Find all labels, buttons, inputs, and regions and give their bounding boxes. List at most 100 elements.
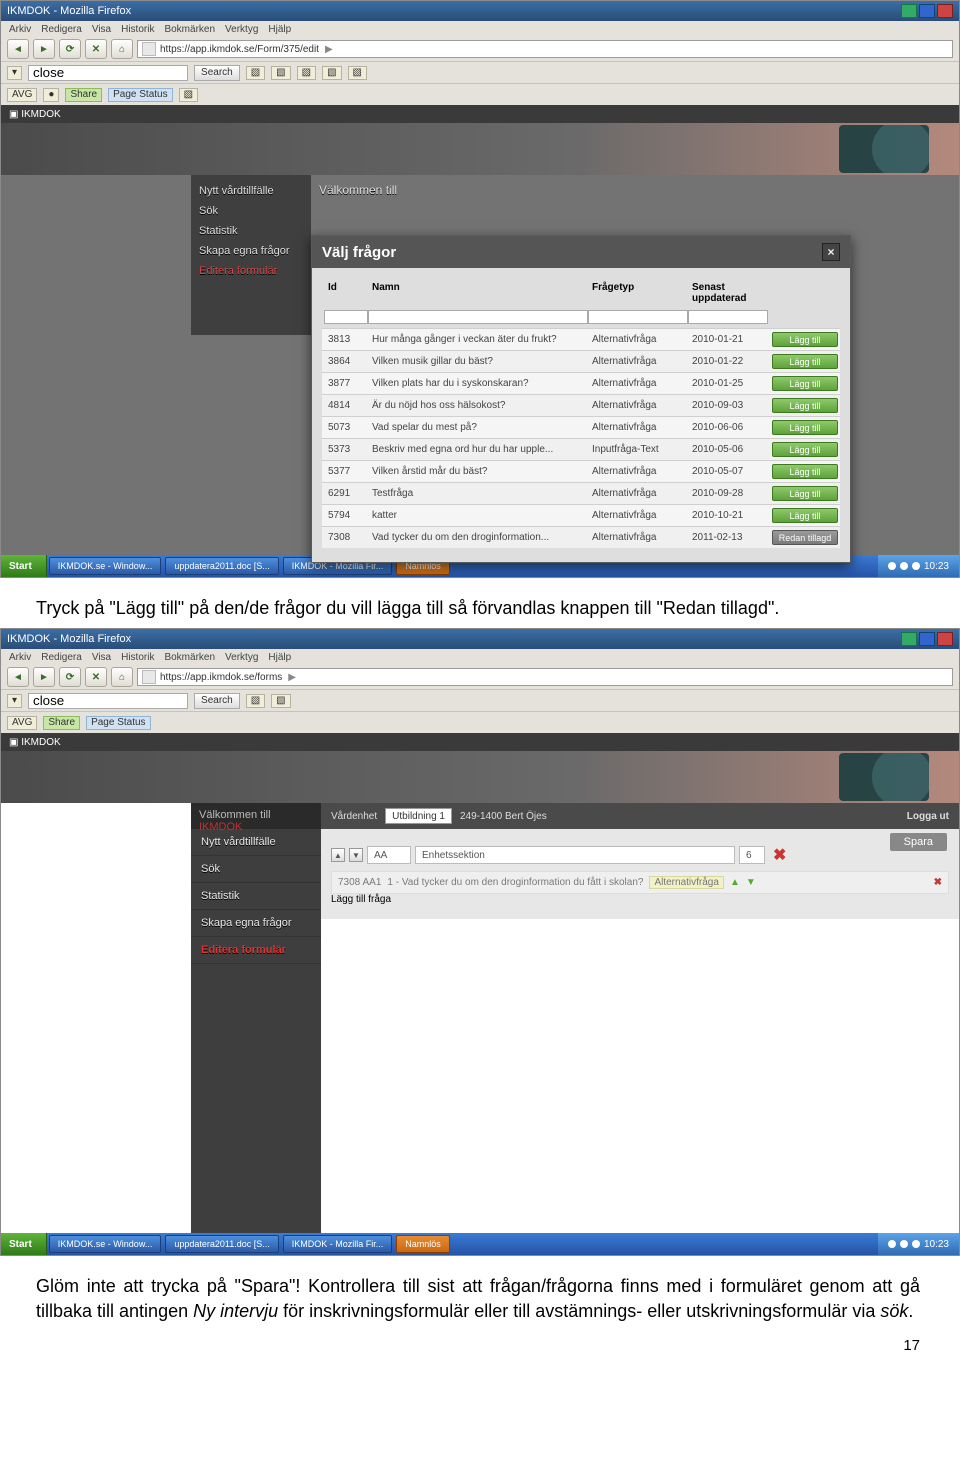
task-item[interactable]: IKMDOK - Mozilla Fir...: [283, 1235, 393, 1253]
menu-item[interactable]: Bokmärken: [164, 652, 215, 663]
toolbar-chip[interactable]: ▧: [348, 66, 367, 80]
home-button[interactable]: ⌂: [111, 667, 133, 687]
tray-icon[interactable]: [900, 1240, 908, 1248]
section-code[interactable]: AA: [367, 846, 411, 864]
add-button[interactable]: Lägg till: [772, 486, 838, 501]
forward-button[interactable]: ►: [33, 667, 55, 687]
stop-button[interactable]: ✕: [85, 667, 107, 687]
menu-item[interactable]: Arkiv: [9, 24, 31, 35]
sidebar-item[interactable]: Skapa egna frågor: [191, 910, 321, 937]
go-icon[interactable]: ▶: [325, 44, 333, 55]
unit-select[interactable]: Utbildning 1: [385, 808, 452, 824]
task-item[interactable]: IKMDOK.se - Window...: [49, 1235, 162, 1253]
add-button[interactable]: Lägg till: [772, 508, 838, 523]
menu-item[interactable]: Verktyg: [225, 24, 258, 35]
add-button[interactable]: Lägg till: [772, 376, 838, 391]
tray-icon[interactable]: [888, 562, 896, 570]
close-icon[interactable]: [937, 4, 953, 18]
url-bar[interactable]: https://app.ikmdok.se/Form/375/edit ▶: [137, 40, 953, 58]
sidebar-item-active[interactable]: Editera formulär: [191, 937, 321, 964]
toolbar-chip[interactable]: ▧: [246, 66, 265, 80]
add-button[interactable]: Lägg till: [772, 398, 838, 413]
menu-item[interactable]: Redigera: [41, 24, 82, 35]
page-status-button[interactable]: Page Status: [86, 716, 150, 730]
search-button[interactable]: Search: [194, 65, 240, 81]
menu-item[interactable]: Redigera: [41, 652, 82, 663]
search-input[interactable]: [28, 65, 188, 81]
add-button[interactable]: Lägg till: [772, 332, 838, 347]
search-input[interactable]: [28, 693, 188, 709]
move-down-icon[interactable]: ▼: [349, 848, 363, 862]
task-item[interactable]: Namnlös: [396, 1235, 450, 1253]
tray-icon[interactable]: [888, 1240, 896, 1248]
toolbar-chip[interactable]: ▧: [271, 66, 290, 80]
tab-label[interactable]: ▣ IKMDOK: [9, 109, 61, 120]
menu-item[interactable]: Hjälp: [268, 24, 291, 35]
min-icon[interactable]: [901, 632, 917, 646]
max-icon[interactable]: [919, 4, 935, 18]
share-button[interactable]: Share: [65, 88, 102, 102]
tray-icon[interactable]: [912, 1240, 920, 1248]
menu-item[interactable]: Historik: [121, 24, 154, 35]
filter-name[interactable]: [368, 310, 588, 324]
toolbar-chip[interactable]: ▧: [179, 88, 198, 102]
search-button[interactable]: Search: [194, 693, 240, 709]
logout-link[interactable]: Logga ut: [907, 811, 949, 822]
add-question-button[interactable]: Lägg till fråga: [331, 894, 391, 905]
task-item[interactable]: uppdatera2011.doc [S...: [165, 557, 278, 575]
engine-chip[interactable]: ▾: [7, 66, 22, 80]
forward-button[interactable]: ►: [33, 39, 55, 59]
save-button[interactable]: Spara: [890, 833, 947, 851]
tray-icon[interactable]: [912, 562, 920, 570]
tab-label[interactable]: ▣ IKMDOK: [9, 737, 61, 748]
menu-item[interactable]: Arkiv: [9, 652, 31, 663]
engine-chip[interactable]: ▾: [7, 694, 22, 708]
add-button[interactable]: Lägg till: [772, 464, 838, 479]
toolbar-chip[interactable]: ▧: [246, 694, 265, 708]
add-button[interactable]: Lägg till: [772, 420, 838, 435]
reload-button[interactable]: ⟳: [59, 667, 81, 687]
menu-item[interactable]: Visa: [92, 24, 111, 35]
start-button[interactable]: Start: [1, 555, 47, 577]
tray-icon[interactable]: [900, 562, 908, 570]
toolbar-chip[interactable]: ▧: [271, 694, 290, 708]
url-bar[interactable]: https://app.ikmdok.se/forms ▶: [137, 668, 953, 686]
delete-section-icon[interactable]: ✖: [769, 845, 790, 865]
dialog-close-button[interactable]: ×: [822, 243, 840, 261]
reload-button[interactable]: ⟳: [59, 39, 81, 59]
menu-item[interactable]: Historik: [121, 652, 154, 663]
filter-type[interactable]: [588, 310, 688, 324]
toolbar-chip[interactable]: ▧: [322, 66, 341, 80]
stop-button[interactable]: ✕: [85, 39, 107, 59]
add-button[interactable]: Lägg till: [772, 442, 838, 457]
go-icon[interactable]: ▶: [288, 672, 296, 683]
section-title[interactable]: Enhetssektion: [415, 846, 735, 864]
start-button[interactable]: Start: [1, 1233, 47, 1255]
menu-item[interactable]: Hjälp: [268, 652, 291, 663]
menu-item[interactable]: Visa: [92, 652, 111, 663]
filter-date[interactable]: [688, 310, 768, 324]
menu-item[interactable]: Verktyg: [225, 652, 258, 663]
home-button[interactable]: ⌂: [111, 39, 133, 59]
max-icon[interactable]: [919, 632, 935, 646]
close-icon[interactable]: [937, 632, 953, 646]
row-up-icon[interactable]: ▲: [730, 877, 740, 888]
toolbar-chip[interactable]: ●: [43, 88, 59, 102]
menu-item[interactable]: Bokmärken: [164, 24, 215, 35]
add-button[interactable]: Lägg till: [772, 354, 838, 369]
row-down-icon[interactable]: ▼: [746, 877, 756, 888]
sidebar-item[interactable]: Statistik: [191, 883, 321, 910]
page-status-button[interactable]: Page Status: [108, 88, 172, 102]
min-icon[interactable]: [901, 4, 917, 18]
task-item[interactable]: IKMDOK.se - Window...: [49, 557, 162, 575]
move-up-icon[interactable]: ▲: [331, 848, 345, 862]
task-item[interactable]: uppdatera2011.doc [S...: [165, 1235, 278, 1253]
delete-question-icon[interactable]: ✖: [934, 877, 942, 888]
sidebar-item[interactable]: Sök: [191, 856, 321, 883]
back-button[interactable]: ◄: [7, 39, 29, 59]
filter-id[interactable]: [324, 310, 368, 324]
toolbar-chip[interactable]: ▧: [297, 66, 316, 80]
back-button[interactable]: ◄: [7, 667, 29, 687]
sidebar-item[interactable]: Nytt vårdtillfälle: [191, 829, 321, 856]
share-button[interactable]: Share: [43, 716, 80, 730]
